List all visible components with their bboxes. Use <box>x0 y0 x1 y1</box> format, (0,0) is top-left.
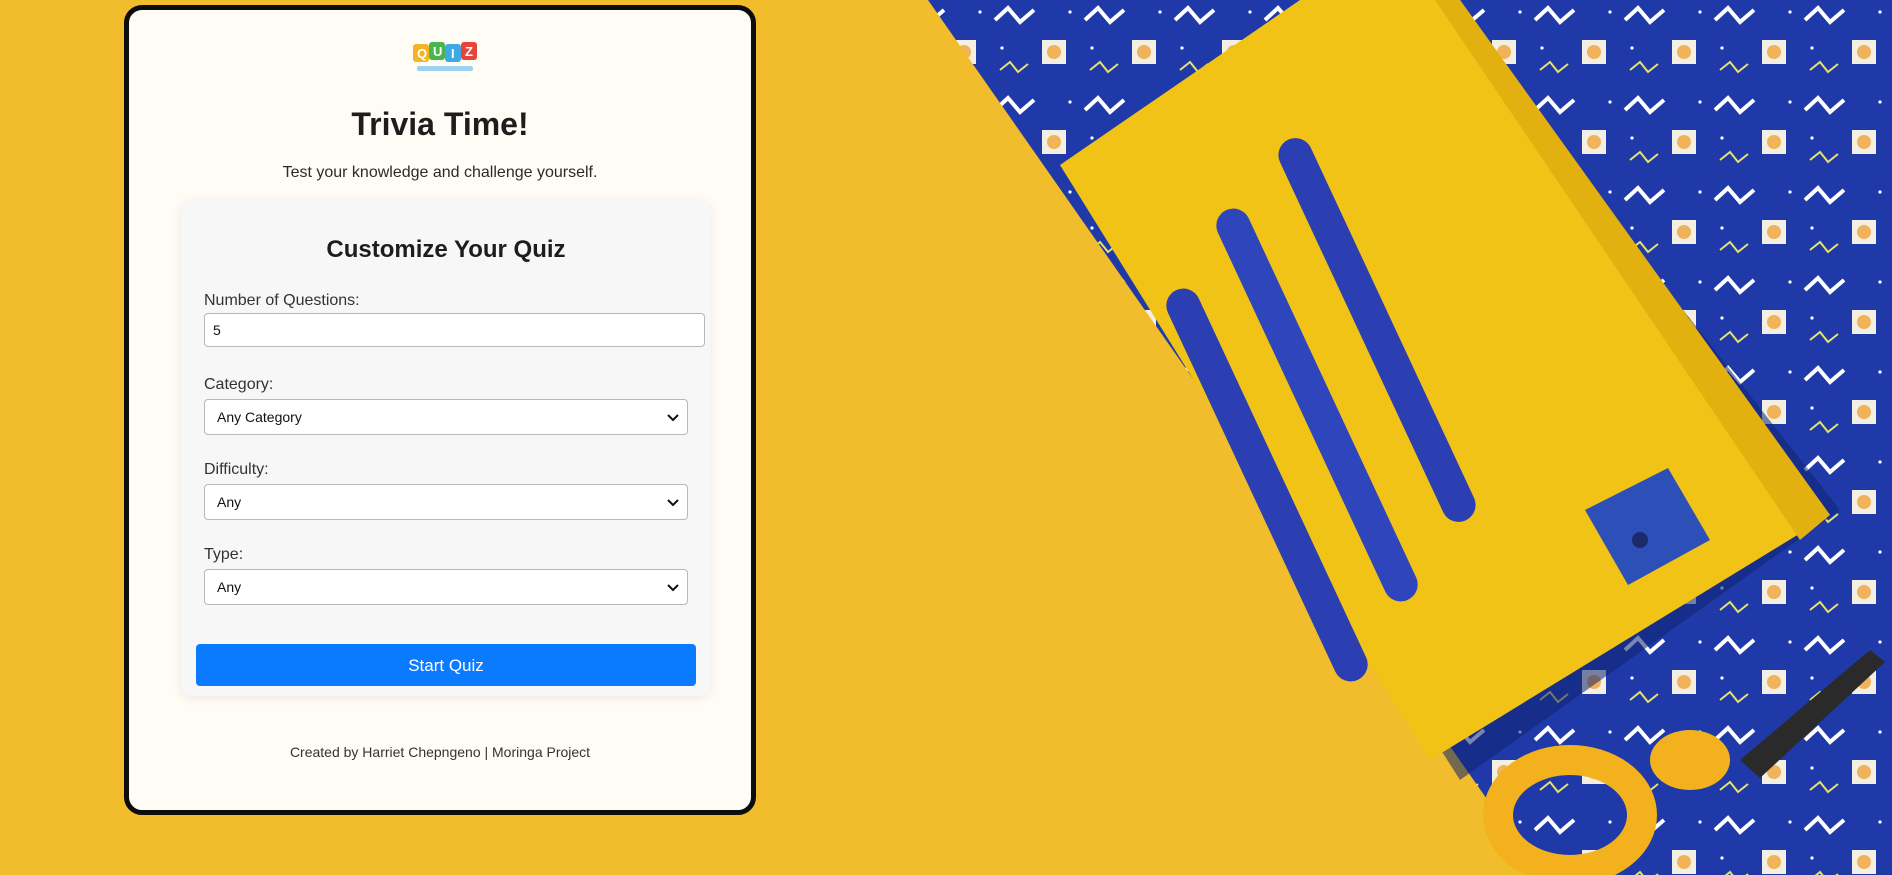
num-questions-input[interactable] <box>204 313 705 347</box>
footer-credit: Created by Harriet Chepngeno | Moringa P… <box>289 744 591 760</box>
difficulty-selected-value: Any <box>217 494 242 510</box>
page-subtitle: Test your knowledge and challenge yourse… <box>282 164 598 181</box>
category-selected-value: Any Category <box>217 409 302 425</box>
type-label: Type: <box>204 546 244 563</box>
svg-text:I: I <box>451 46 455 61</box>
difficulty-label: Difficulty: <box>204 461 269 478</box>
chevron-down-icon <box>667 584 679 592</box>
num-questions-label: Number of Questions: <box>204 292 360 309</box>
svg-text:Z: Z <box>465 44 473 59</box>
difficulty-select[interactable]: Any <box>204 484 688 520</box>
svg-text:Q: Q <box>417 46 427 61</box>
start-quiz-button[interactable]: Start Quiz <box>196 644 696 686</box>
chevron-down-icon <box>667 414 679 422</box>
type-select[interactable]: Any <box>204 569 688 605</box>
svg-text:U: U <box>433 44 442 59</box>
chevron-down-icon <box>667 499 679 507</box>
quiz-card: Q U I Z Trivia Time! Test your knowledge… <box>124 5 756 815</box>
page: Q U I Z Trivia Time! Test your knowledge… <box>0 0 1892 875</box>
page-title: Trivia Time! <box>351 106 529 142</box>
type-selected-value: Any <box>217 579 242 595</box>
category-select[interactable]: Any Category <box>204 399 688 435</box>
quiz-logo-icon: Q U I Z <box>413 42 477 71</box>
quiz-settings-form: Customize Your Quiz Number of Questions:… <box>181 200 711 696</box>
category-label: Category: <box>204 376 274 393</box>
form-title: Customize Your Quiz <box>326 236 566 263</box>
